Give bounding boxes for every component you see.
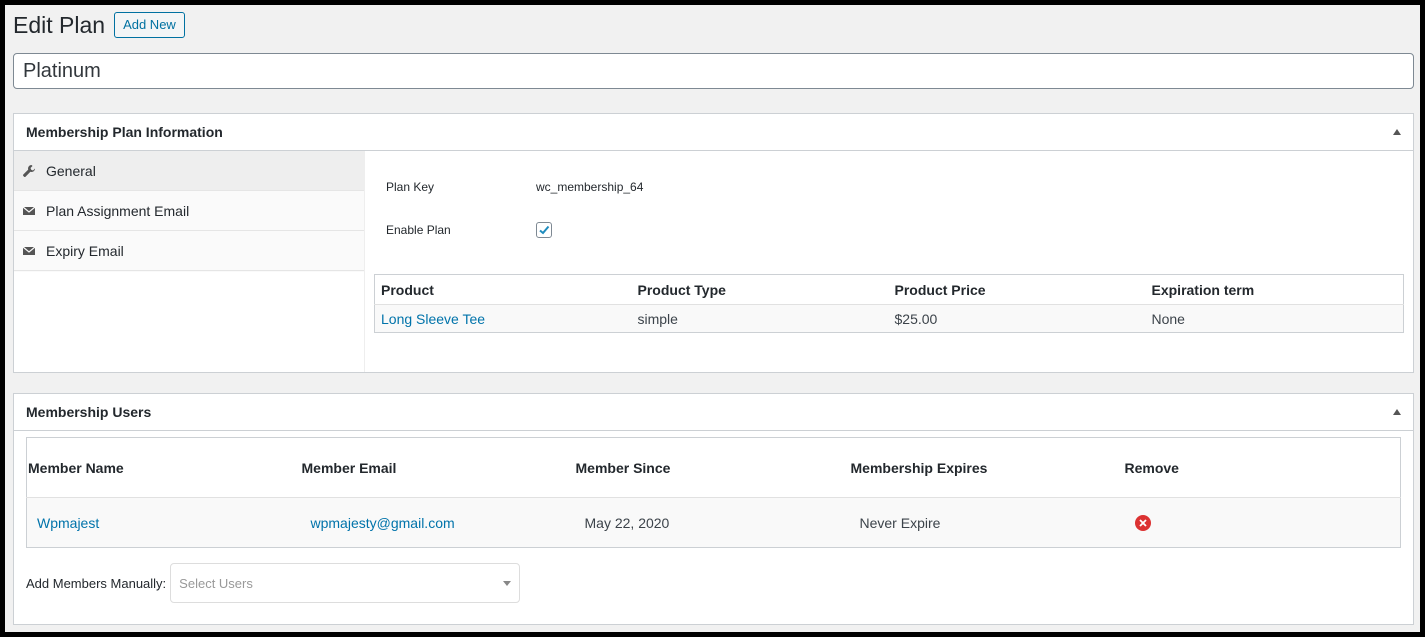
tab-general-label: General bbox=[46, 162, 96, 179]
plan-info-header[interactable]: Membership Plan Information bbox=[14, 114, 1413, 151]
wrench-icon bbox=[22, 164, 36, 178]
member-name-link[interactable]: Wpmajest bbox=[37, 515, 99, 531]
users-title: Membership Users bbox=[26, 404, 152, 420]
member-since-cell: May 22, 2020 bbox=[574, 497, 850, 548]
plan-info-box: Membership Plan Information General Plan… bbox=[13, 113, 1414, 373]
member-email-link[interactable]: wpmajesty@gmail.com bbox=[311, 515, 455, 531]
envelope-icon bbox=[22, 204, 36, 218]
plan-tabs: General Plan Assignment Email Expiry Ema… bbox=[14, 151, 365, 372]
users-table: Member Name Member Email Member Since Me… bbox=[26, 437, 1401, 548]
expiration-cell: None bbox=[1145, 304, 1404, 333]
chevron-down-icon bbox=[503, 580, 512, 586]
page-title: Edit Plan bbox=[13, 12, 106, 38]
users-header[interactable]: Membership Users bbox=[14, 394, 1413, 431]
membership-users-box: Membership Users Member Name Member Emai… bbox=[13, 393, 1414, 625]
page-header: Edit Plan Add New bbox=[13, 12, 185, 38]
add-members-label: Add Members Manually: bbox=[26, 575, 167, 591]
tab-plan-assignment-email-label: Plan Assignment Email bbox=[46, 202, 190, 219]
enable-plan-checkbox[interactable] bbox=[536, 222, 552, 238]
plan-key-label: Plan Key bbox=[386, 180, 435, 194]
col-member-email: Member Email bbox=[300, 437, 575, 498]
remove-member-icon[interactable] bbox=[1134, 515, 1151, 531]
tab-expiry-email[interactable]: Expiry Email bbox=[14, 231, 364, 271]
enable-plan-row: Enable Plan bbox=[386, 222, 552, 238]
product-type-cell: simple bbox=[631, 304, 889, 333]
add-new-button[interactable]: Add New bbox=[114, 12, 185, 38]
plan-title-input[interactable]: Platinum bbox=[13, 53, 1414, 89]
checkmark-icon bbox=[539, 225, 550, 235]
general-panel: Plan Key wc_membership_64 Enable Plan Pr… bbox=[365, 151, 1413, 372]
select-users-dropdown[interactable]: Select Users bbox=[170, 563, 521, 603]
col-product-type: Product Type bbox=[631, 274, 889, 305]
plan-key-row: Plan Key wc_membership_64 bbox=[386, 180, 643, 194]
col-member-since: Member Since bbox=[574, 437, 850, 498]
table-row: Wpmajest wpmajesty@gmail.com May 22, 202… bbox=[26, 497, 1401, 548]
product-price-cell: $25.00 bbox=[888, 304, 1146, 333]
collapse-arrow-icon[interactable] bbox=[1393, 129, 1401, 135]
add-members-row: Add Members Manually: Select Users bbox=[26, 563, 521, 603]
col-remove: Remove bbox=[1123, 437, 1401, 498]
col-product-price: Product Price bbox=[888, 274, 1146, 305]
edit-plan-screen: Edit Plan Add New Platinum Membership Pl… bbox=[5, 5, 1420, 632]
enable-plan-label: Enable Plan bbox=[386, 223, 451, 237]
product-link[interactable]: Long Sleeve Tee bbox=[381, 311, 485, 327]
tab-general[interactable]: General bbox=[14, 151, 364, 191]
col-product: Product bbox=[374, 274, 632, 305]
tab-expiry-email-label: Expiry Email bbox=[46, 242, 124, 259]
col-member-name: Member Name bbox=[26, 437, 301, 498]
select-users-placeholder: Select Users bbox=[179, 575, 253, 591]
envelope-icon bbox=[22, 244, 36, 258]
collapse-arrow-icon[interactable] bbox=[1393, 409, 1401, 415]
products-table: Product Product Type Product Price Expir… bbox=[374, 274, 1404, 333]
table-row: Long Sleeve Tee simple $25.00 None bbox=[374, 304, 1404, 333]
col-expiration-term: Expiration term bbox=[1145, 274, 1404, 305]
tab-plan-assignment-email[interactable]: Plan Assignment Email bbox=[14, 191, 364, 231]
plan-info-title: Membership Plan Information bbox=[26, 124, 223, 140]
membership-expires-cell: Never Expire bbox=[849, 497, 1124, 548]
col-membership-expires: Membership Expires bbox=[849, 437, 1124, 498]
plan-key-value: wc_membership_64 bbox=[536, 180, 644, 194]
